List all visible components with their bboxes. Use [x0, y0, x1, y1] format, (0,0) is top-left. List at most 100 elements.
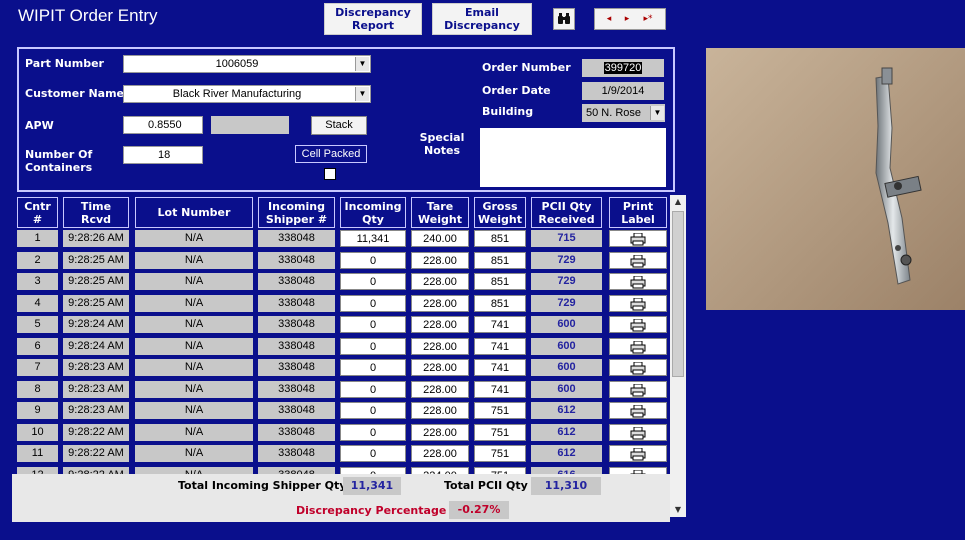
- print-label-button[interactable]: [609, 230, 667, 247]
- cntr-cell: 7: [17, 359, 58, 376]
- shipper-cell: 338048: [258, 251, 335, 269]
- time-rcvd-cell: 9:28:24 AM: [63, 337, 129, 355]
- incoming-qty-cell[interactable]: 0: [340, 445, 406, 462]
- print-label-button[interactable]: [609, 359, 667, 376]
- print-label-button[interactable]: [609, 337, 667, 355]
- pcii-qty-cell: 600: [531, 337, 602, 355]
- gross-weight-cell[interactable]: 751: [474, 466, 526, 474]
- cntr-cell: 6: [17, 337, 58, 355]
- tare-weight-cell[interactable]: 228.00: [411, 380, 469, 398]
- printer-icon: [630, 426, 646, 439]
- time-rcvd-cell: 9:28:22 AM: [63, 466, 129, 474]
- time-rcvd-cell: 9:28:23 AM: [63, 380, 129, 398]
- incoming-qty-cell[interactable]: 0: [340, 423, 406, 441]
- pcii-qty-cell: 600: [531, 316, 602, 333]
- tare-weight-cell[interactable]: 228.00: [411, 337, 469, 355]
- scroll-up-icon[interactable]: ▲: [670, 195, 686, 209]
- print-label-button[interactable]: [609, 445, 667, 462]
- pcii-qty-cell: 715: [531, 230, 602, 247]
- pcii-qty-cell: 612: [531, 423, 602, 441]
- tare-weight-cell[interactable]: 228.00: [411, 294, 469, 312]
- incoming-qty-cell[interactable]: 0: [340, 402, 406, 419]
- gross-weight-cell[interactable]: 741: [474, 380, 526, 398]
- discrepancy-value: -0.27%: [449, 501, 509, 519]
- time-rcvd-cell: 9:28:22 AM: [63, 445, 129, 462]
- lot-number-cell: N/A: [135, 251, 253, 269]
- gross-weight-cell[interactable]: 751: [474, 423, 526, 441]
- print-label-button[interactable]: [609, 273, 667, 290]
- lot-number-cell: N/A: [135, 337, 253, 355]
- totals-panel: Total Incoming Shipper Qty 11,341 Total …: [12, 474, 670, 522]
- incoming-qty-cell[interactable]: 0: [340, 273, 406, 290]
- printer-icon: [630, 383, 646, 396]
- cntr-cell: 10: [17, 423, 58, 441]
- shipper-cell: 338048: [258, 273, 335, 290]
- print-label-button[interactable]: [609, 466, 667, 474]
- shipper-cell: 338048: [258, 445, 335, 462]
- gross-weight-cell[interactable]: 851: [474, 273, 526, 290]
- time-rcvd-cell: 9:28:26 AM: [63, 230, 129, 247]
- pcii-qty-cell: 612: [531, 402, 602, 419]
- cntr-cell: 2: [17, 251, 58, 269]
- gross-weight-cell[interactable]: 741: [474, 337, 526, 355]
- gross-weight-cell[interactable]: 741: [474, 316, 526, 333]
- gross-weight-cell[interactable]: 741: [474, 359, 526, 376]
- pcii-qty-cell: 600: [531, 380, 602, 398]
- incoming-qty-cell[interactable]: 0: [340, 380, 406, 398]
- gross-weight-cell[interactable]: 851: [474, 294, 526, 312]
- incoming-qty-cell[interactable]: 0: [340, 359, 406, 376]
- incoming-qty-cell[interactable]: 0: [340, 294, 406, 312]
- lot-number-cell: N/A: [135, 273, 253, 290]
- lot-number-cell: N/A: [135, 316, 253, 333]
- incoming-qty-cell[interactable]: 0: [340, 466, 406, 474]
- printer-icon: [630, 275, 646, 289]
- table-scrollbar[interactable]: ▲ ▼: [670, 195, 686, 517]
- shipper-cell: 338048: [258, 466, 335, 474]
- cntr-cell: 5: [17, 316, 58, 333]
- shipper-cell: 338048: [258, 230, 335, 247]
- print-label-button[interactable]: [609, 316, 667, 333]
- cntr-cell: 4: [17, 294, 58, 312]
- incoming-qty-cell[interactable]: 0: [340, 337, 406, 355]
- time-rcvd-cell: 9:28:25 AM: [63, 294, 129, 312]
- print-label-button[interactable]: [609, 294, 667, 312]
- scrollbar-thumb[interactable]: [672, 211, 684, 377]
- table-body: 1 9:28:26 AM N/A 338048 11,341 240.00 851 715 2 9…: [0, 0, 670, 474]
- time-rcvd-cell: 9:28:25 AM: [63, 251, 129, 269]
- tare-weight-cell[interactable]: 228.00: [411, 316, 469, 333]
- print-label-button[interactable]: [609, 380, 667, 398]
- gross-weight-cell[interactable]: 851: [474, 251, 526, 269]
- pcii-qty-cell: 729: [531, 294, 602, 312]
- cntr-cell: 12: [17, 466, 58, 474]
- pcii-qty-cell: 616: [531, 466, 602, 474]
- lot-number-cell: N/A: [135, 294, 253, 312]
- shipper-cell: 338048: [258, 359, 335, 376]
- incoming-qty-cell[interactable]: 11,341: [340, 230, 406, 247]
- printer-icon: [630, 361, 646, 375]
- gross-weight-cell[interactable]: 851: [474, 230, 526, 247]
- print-label-button[interactable]: [609, 423, 667, 441]
- tare-weight-cell[interactable]: 228.00: [411, 359, 469, 376]
- tare-weight-cell[interactable]: 224.00: [411, 466, 469, 474]
- gross-weight-cell[interactable]: 751: [474, 445, 526, 462]
- time-rcvd-cell: 9:28:24 AM: [63, 316, 129, 333]
- lot-number-cell: N/A: [135, 402, 253, 419]
- discrepancy-label: Discrepancy Percentage: [296, 504, 447, 517]
- scroll-down-icon[interactable]: ▼: [670, 503, 686, 517]
- shipper-cell: 338048: [258, 380, 335, 398]
- tare-weight-cell[interactable]: 228.00: [411, 445, 469, 462]
- print-label-button[interactable]: [609, 402, 667, 419]
- printer-icon: [630, 340, 646, 353]
- tare-weight-cell[interactable]: 240.00: [411, 230, 469, 247]
- printer-icon: [630, 447, 646, 461]
- tare-weight-cell[interactable]: 228.00: [411, 423, 469, 441]
- pcii-qty-cell: 729: [531, 251, 602, 269]
- cntr-cell: 9: [17, 402, 58, 419]
- tare-weight-cell[interactable]: 228.00: [411, 251, 469, 269]
- tare-weight-cell[interactable]: 228.00: [411, 273, 469, 290]
- tare-weight-cell[interactable]: 228.00: [411, 402, 469, 419]
- gross-weight-cell[interactable]: 751: [474, 402, 526, 419]
- incoming-qty-cell[interactable]: 0: [340, 316, 406, 333]
- print-label-button[interactable]: [609, 251, 667, 269]
- incoming-qty-cell[interactable]: 0: [340, 251, 406, 269]
